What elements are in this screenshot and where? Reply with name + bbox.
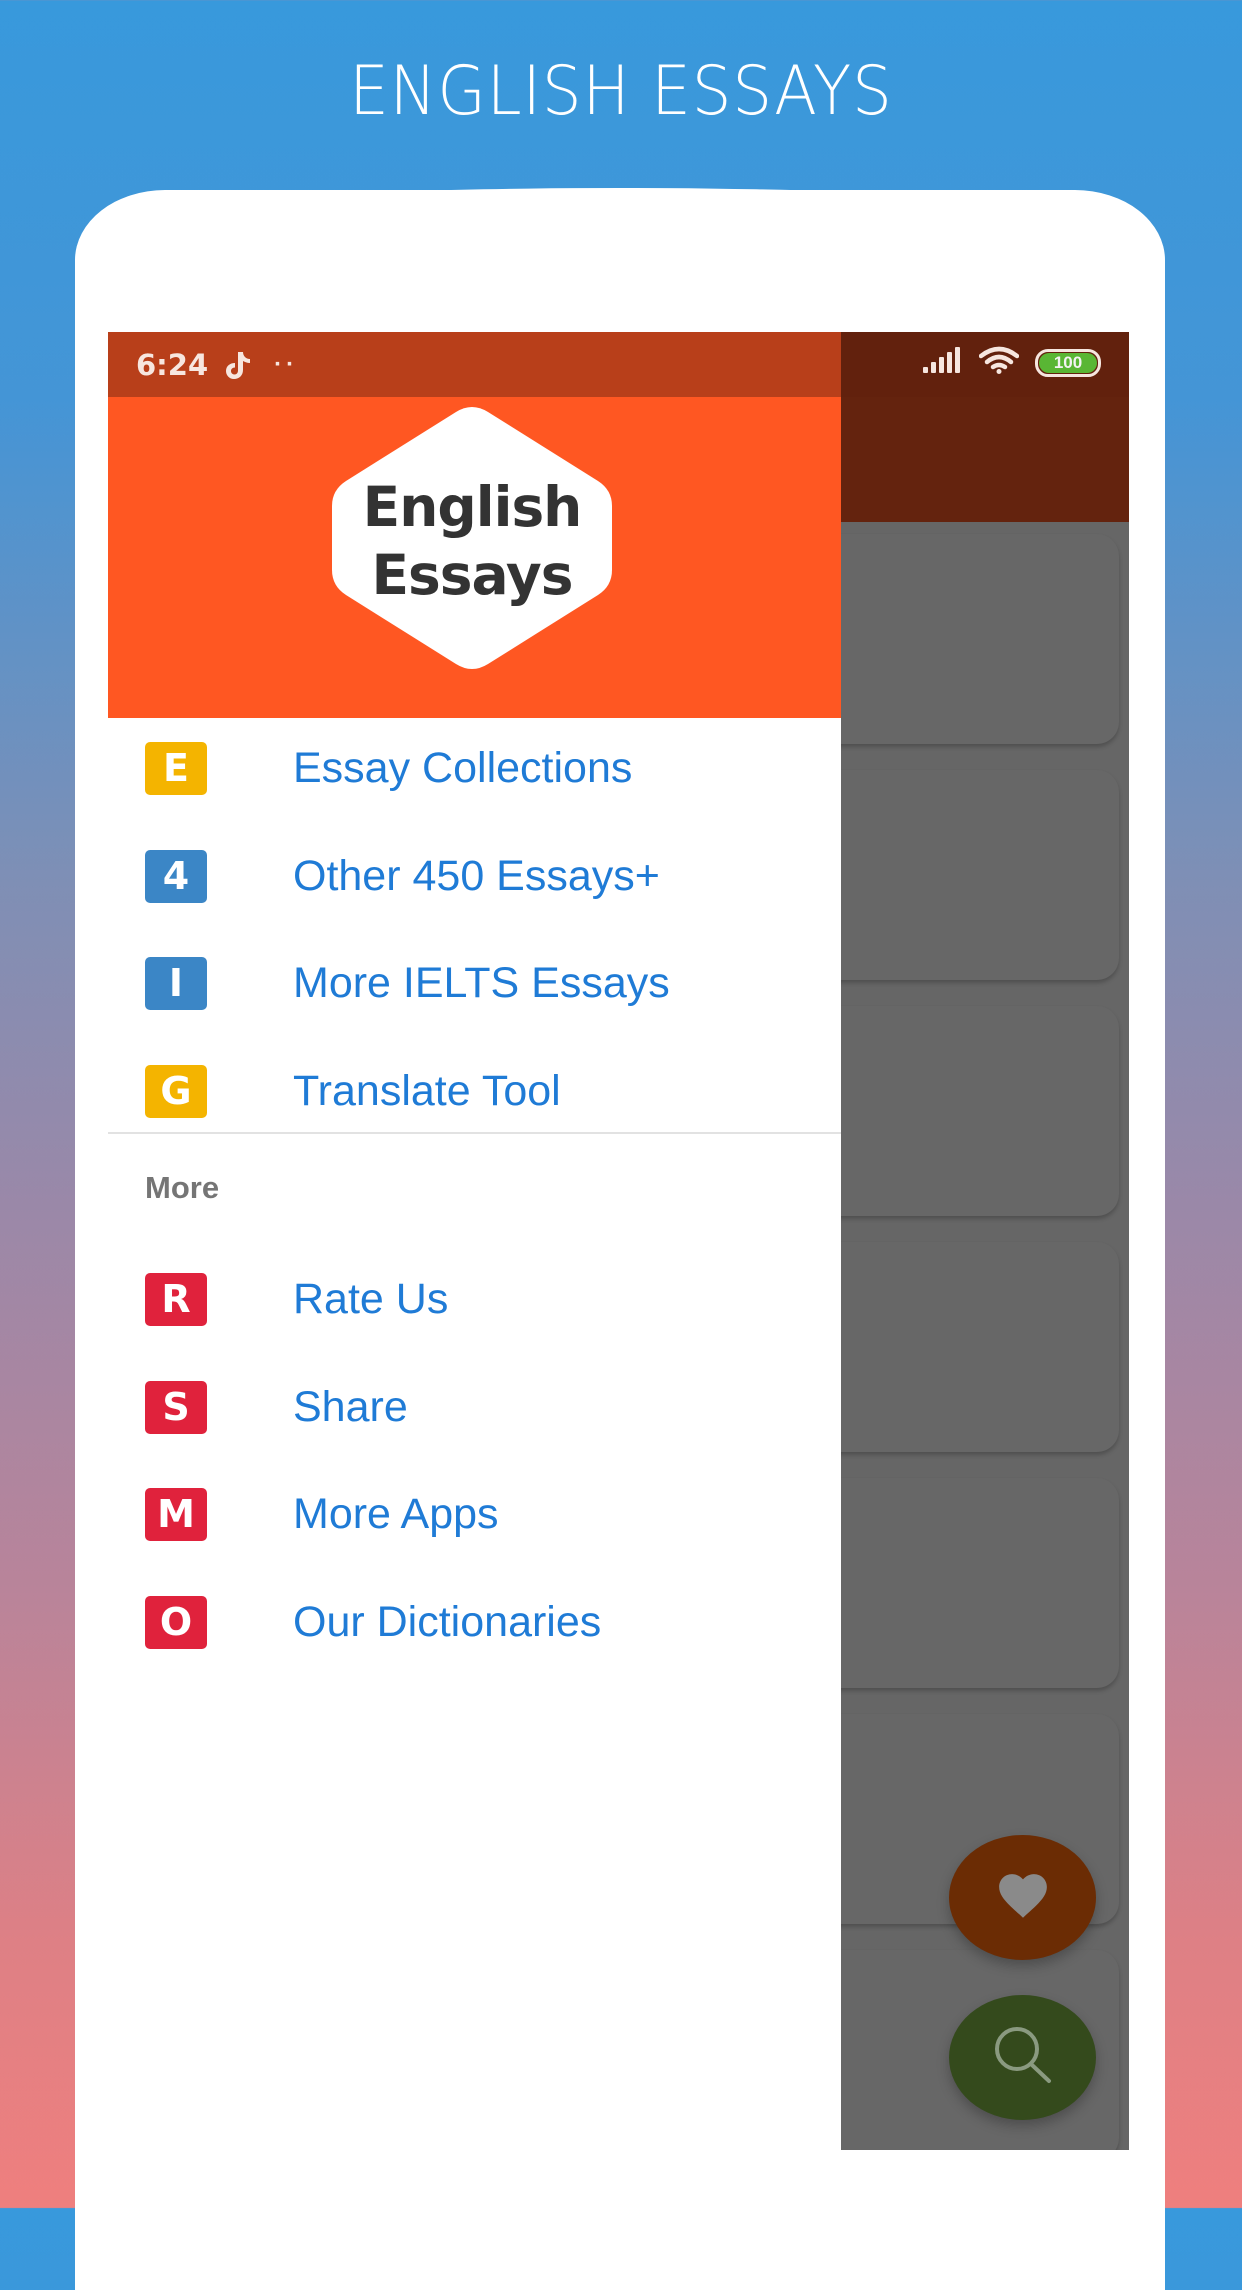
logo-line-1: English — [362, 475, 583, 539]
promo-title: ENGLISH ESSAYS — [349, 52, 893, 131]
background-card — [808, 1242, 1119, 1452]
letter-m-icon: M — [145, 1487, 207, 1541]
logo-line-2: Essays — [371, 543, 573, 607]
menu-item-label: Translate Tool — [293, 1066, 561, 1115]
navigation-drawer: 6:24 ·· English Essays E Essay Collectio… — [108, 332, 841, 2150]
section-title-more: More — [145, 1170, 220, 1205]
status-bar: 6:24 ·· — [108, 332, 841, 397]
menu-item-other-essays[interactable]: 4 Other 450 Essays+ — [108, 826, 841, 926]
menu-item-ielts-essays[interactable]: I More IELTS Essays — [108, 933, 841, 1033]
menu-item-rate-us[interactable]: R Rate Us — [108, 1249, 841, 1349]
wifi-icon — [978, 346, 1020, 379]
background-card — [808, 1006, 1119, 1216]
heart-icon — [995, 1870, 1051, 1925]
menu-item-label: Other 450 Essays+ — [293, 851, 660, 900]
background-card — [808, 1478, 1119, 1688]
menu-item-more-apps[interactable]: M More Apps — [108, 1464, 841, 1564]
menu-item-share[interactable]: S Share — [108, 1357, 841, 1457]
favorite-fab[interactable] — [949, 1835, 1096, 1960]
drawer-header: English Essays — [108, 397, 841, 718]
menu-item-label: Rate Us — [293, 1274, 449, 1323]
letter-g-icon: G — [145, 1064, 207, 1118]
menu-item-label: More IELTS Essays — [293, 958, 670, 1007]
search-fab[interactable] — [949, 1995, 1096, 2120]
battery-level: 100 — [1039, 352, 1097, 373]
app-logo: English Essays — [330, 473, 614, 609]
letter-e-icon: E — [145, 741, 207, 795]
status-icons: 100 — [923, 346, 1101, 379]
letter-r-icon: R — [145, 1272, 207, 1326]
tiktok-icon — [224, 350, 252, 380]
number-4-icon: 4 — [145, 849, 207, 903]
menu-item-label: More Apps — [293, 1489, 499, 1538]
letter-s-icon: S — [145, 1380, 207, 1434]
letter-o-icon: O — [145, 1595, 207, 1649]
search-icon — [991, 2023, 1055, 2092]
menu-item-essay-collections[interactable]: E Essay Collections — [108, 718, 841, 818]
menu-item-our-dictionaries[interactable]: O Our Dictionaries — [108, 1572, 841, 1672]
background-card — [808, 770, 1119, 980]
menu-divider — [108, 1132, 841, 1134]
menu-item-translate-tool[interactable]: G Translate Tool — [108, 1041, 841, 1141]
status-time: 6:24 — [136, 347, 209, 382]
menu-item-label: Share — [293, 1382, 408, 1431]
background-card — [808, 534, 1119, 744]
cellular-signal-icon — [923, 347, 963, 378]
letter-i-icon: I — [145, 956, 207, 1010]
more-dots-icon: ·· — [274, 350, 299, 378]
battery-icon: 100 — [1035, 348, 1101, 377]
menu-item-label: Our Dictionaries — [293, 1597, 602, 1646]
menu-item-label: Essay Collections — [293, 743, 633, 792]
phone-screen: 100 6:24 ·· English Essays E Essay Colle… — [108, 332, 1129, 2150]
